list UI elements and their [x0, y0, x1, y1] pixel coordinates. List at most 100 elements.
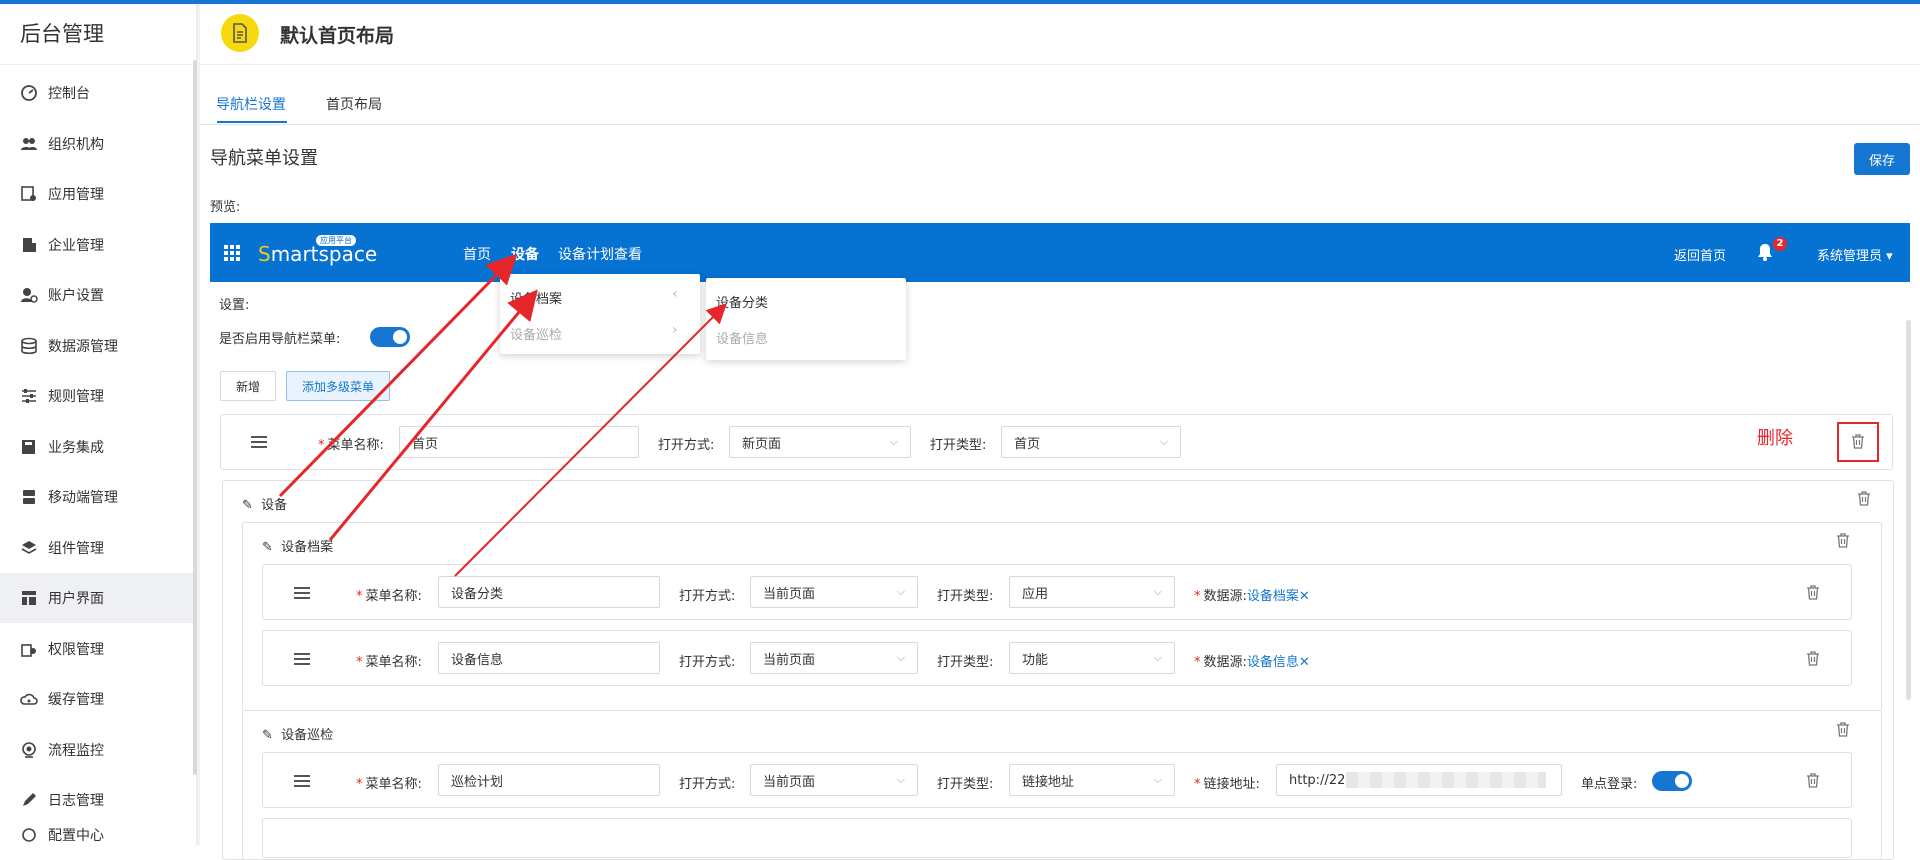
- building-icon: [23, 237, 36, 252]
- group-device-title: ✎ 设备: [242, 498, 288, 513]
- sidebar-item-label: 业务集成: [48, 439, 104, 456]
- menu-name-input[interactable]: [438, 642, 660, 674]
- sidebar-item-label: 企业管理: [48, 237, 104, 254]
- open-type-select[interactable]: 应用 ⌵: [1009, 576, 1175, 608]
- permission-icon: [21, 643, 36, 657]
- settings-label: 设置:: [219, 298, 250, 313]
- cloud-icon: [20, 693, 38, 705]
- tab-bar: 导航栏设置 首页布局: [200, 90, 1920, 125]
- sidebar-item-apps[interactable]: 应用管理: [0, 169, 196, 219]
- tab-home-layout[interactable]: 首页布局: [326, 94, 382, 114]
- bell-icon[interactable]: [1757, 243, 1773, 261]
- nav-link-home[interactable]: 首页: [463, 244, 491, 264]
- dropdown-item-device-archive[interactable]: 设备档案: [510, 288, 562, 307]
- remove-tag-icon[interactable]: ✕: [1299, 655, 1310, 670]
- page-title: 默认首页布局: [280, 25, 395, 47]
- book-icon: [22, 439, 35, 454]
- menu-name-input[interactable]: [438, 764, 660, 796]
- document-icon: [221, 14, 259, 52]
- delete-row-info-icon[interactable]: [1806, 651, 1820, 670]
- page-header: 默认首页布局: [200, 4, 1920, 65]
- open-type-label: 打开类型:: [937, 589, 994, 604]
- datasource-tag[interactable]: 设备档案: [1247, 589, 1299, 604]
- open-mode-select[interactable]: 新页面 ⌵: [729, 426, 911, 458]
- chevron-down-icon: ⌵: [1153, 651, 1162, 664]
- menu-name-input[interactable]: [438, 576, 660, 608]
- enable-nav-toggle[interactable]: [370, 327, 410, 347]
- datasource-tag[interactable]: 设备信息: [1247, 655, 1299, 670]
- sidebar-item-org[interactable]: 组织机构: [0, 119, 196, 169]
- back-home-link[interactable]: 返回首页: [1674, 245, 1726, 264]
- nav-link-device[interactable]: 设备: [511, 244, 539, 264]
- chevron-down-icon: ⌵: [1153, 585, 1162, 598]
- nav-link-device-plan[interactable]: 设备计划查看: [558, 244, 642, 264]
- layout-icon: [22, 591, 36, 605]
- sidebar-item-business[interactable]: 业务集成: [0, 422, 196, 472]
- sidebar-item-account[interactable]: 账户设置: [0, 270, 196, 320]
- save-button[interactable]: 保存: [1854, 143, 1910, 175]
- chevron-down-icon: ⌵: [1159, 435, 1168, 448]
- add-button[interactable]: 新增: [220, 371, 276, 401]
- sidebar-item-label: 移动端管理: [48, 490, 118, 506]
- chevron-down-icon: ⌵: [896, 585, 905, 598]
- sidebar-item-label: 组织机构: [48, 136, 104, 153]
- sidebar-item-user-interface[interactable]: 用户界面: [0, 573, 196, 623]
- delete-row-category-icon[interactable]: [1806, 585, 1820, 604]
- sidebar-item-dashboard[interactable]: 控制台: [0, 68, 196, 118]
- remove-tag-icon[interactable]: ✕: [1299, 589, 1310, 604]
- delete-group-device-icon[interactable]: [1857, 491, 1871, 510]
- open-mode-label: 打开方式:: [679, 777, 736, 792]
- sidebar-item-rules[interactable]: 规则管理: [0, 371, 196, 421]
- edit-icon: ✎: [262, 728, 273, 743]
- chevron-down-icon: ⌵: [896, 651, 905, 664]
- delete-row-home-icon[interactable]: [1851, 434, 1865, 453]
- drag-handle-icon[interactable]: [294, 775, 310, 787]
- sliders-icon: [22, 389, 36, 403]
- redacted-text: [1346, 772, 1546, 788]
- dropdown-item-device-category[interactable]: 设备分类: [716, 292, 768, 311]
- sidebar-item-cache[interactable]: 缓存管理: [0, 674, 196, 724]
- dropdown-item-device-info[interactable]: 设备信息: [716, 328, 768, 347]
- delete-submenu-archive-icon[interactable]: [1836, 533, 1850, 552]
- sidebar-item-datasource[interactable]: 数据源管理: [0, 321, 196, 371]
- add-multi-level-menu-button[interactable]: 添加多级菜单: [286, 371, 390, 401]
- content-scrollbar[interactable]: [1906, 320, 1911, 700]
- open-mode-select[interactable]: 当前页面 ⌵: [750, 764, 918, 796]
- brand-tag: 应用平台: [316, 235, 356, 246]
- sidebar-item-label: 规则管理: [48, 389, 104, 405]
- open-type-select[interactable]: 功能 ⌵: [1009, 642, 1175, 674]
- user-menu[interactable]: 系统管理员 ▾: [1817, 245, 1893, 264]
- sso-label: 单点登录:: [1581, 777, 1638, 792]
- sso-toggle[interactable]: [1652, 771, 1692, 791]
- datasource-label: * 数据源:设备档案✕: [1194, 589, 1310, 604]
- sidebar-item-permissions[interactable]: 权限管理: [0, 624, 196, 674]
- tab-nav-settings[interactable]: 导航栏设置: [216, 94, 286, 114]
- chevron-right-icon: ›: [672, 322, 678, 338]
- sidebar-item-logs[interactable]: 日志管理: [0, 775, 196, 825]
- open-mode-select[interactable]: 当前页面 ⌵: [750, 576, 918, 608]
- delete-submenu-inspection-icon[interactable]: [1836, 722, 1850, 741]
- open-type-select[interactable]: 首页 ⌵: [1001, 426, 1181, 458]
- datasource-label: * 数据源:设备信息✕: [1194, 655, 1310, 670]
- server-icon: [23, 490, 35, 504]
- chevron-down-icon: ⌵: [896, 773, 905, 786]
- users-icon: [21, 137, 37, 150]
- open-type-select[interactable]: 链接地址 ⌵: [1009, 764, 1175, 796]
- sidebar-item-config-center[interactable]: 配置中心: [0, 826, 196, 846]
- apps-grid-icon[interactable]: [224, 245, 240, 261]
- open-mode-select[interactable]: 当前页面 ⌵: [750, 642, 918, 674]
- menu-name-label: * 菜单名称:: [356, 589, 422, 604]
- sidebar-item-enterprise[interactable]: 企业管理: [0, 220, 196, 270]
- annotation-delete-text: 删除: [1757, 428, 1793, 449]
- menu-name-input[interactable]: [399, 426, 639, 458]
- drag-handle-icon[interactable]: [294, 653, 310, 665]
- dropdown-item-device-inspection[interactable]: 设备巡检: [510, 324, 562, 343]
- sidebar-item-mobile[interactable]: 移动端管理: [0, 472, 196, 522]
- dropdown-device-archive: 设备分类 设备信息: [706, 278, 906, 360]
- section-title: 导航菜单设置: [210, 148, 318, 169]
- sidebar-item-components[interactable]: 组件管理: [0, 523, 196, 573]
- drag-handle-icon[interactable]: [294, 587, 310, 599]
- drag-handle-icon[interactable]: [251, 436, 267, 448]
- delete-row-plan-icon[interactable]: [1806, 773, 1820, 792]
- sidebar-item-process-monitor[interactable]: 流程监控: [0, 725, 196, 775]
